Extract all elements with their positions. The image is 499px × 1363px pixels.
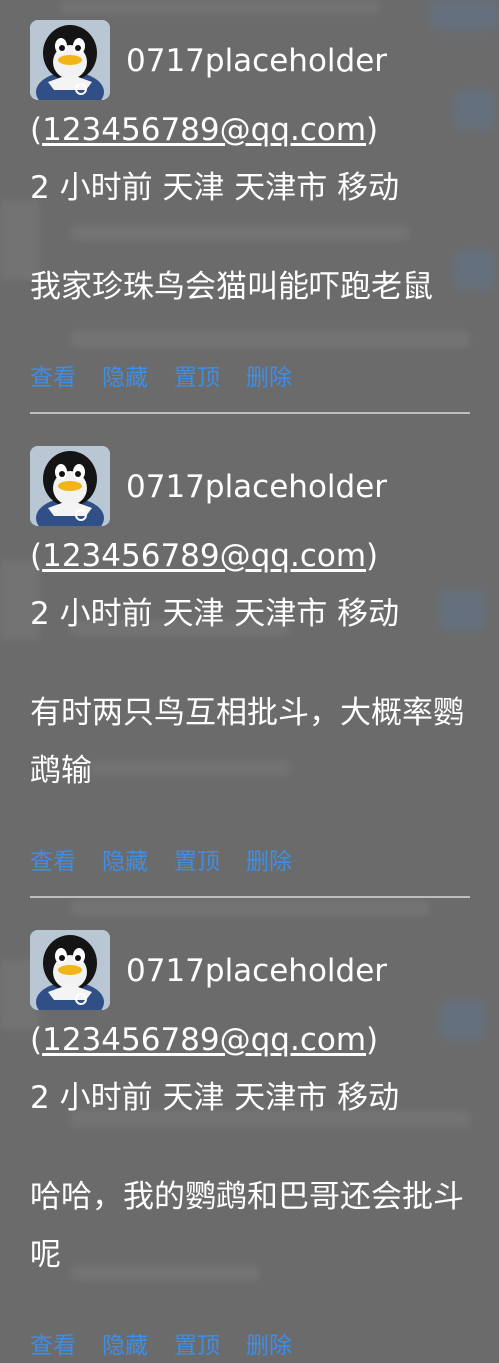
comment-email: (123456789@qq.com) [30,536,470,576]
comment-email-link[interactable]: 123456789@qq.com [42,112,366,148]
email-open-paren: ( [30,112,43,148]
view-button[interactable]: 查看 [30,842,76,882]
comment-item: 0717placeholder (123456789@qq.com) 2 小时前… [30,898,470,1363]
comment-actions: 查看 隐藏 置顶 删除 [30,358,470,412]
comment-email: (123456789@qq.com) [30,1020,470,1060]
pin-button[interactable]: 置顶 [174,1326,220,1363]
email-open-paren: ( [30,538,43,574]
hide-button[interactable]: 隐藏 [102,842,148,882]
comment-city: 天津市 [234,1080,328,1116]
comment-meta: 2 小时前 天津 天津市 移动 [30,168,470,208]
comment-email-link[interactable]: 123456789@qq.com [42,538,366,574]
comment-list: 0717placeholder (123456789@qq.com) 2 小时前… [30,20,470,1363]
comment-text: 哈哈，我的鹦鹉和巴哥还会批斗呢 [30,1179,464,1273]
comment-item: 0717placeholder (123456789@qq.com) 2 小时前… [30,414,470,898]
view-button[interactable]: 查看 [30,1326,76,1363]
email-close-paren: ) [366,538,379,574]
comment-city: 天津市 [234,170,328,206]
comment-email: (123456789@qq.com) [30,110,470,150]
comment-text: 有时两只鸟互相批斗，大概率鹦鹉输 [30,695,464,789]
comment-list-screen: 0717placeholder (123456789@qq.com) 2 小时前… [0,0,499,1363]
pin-button[interactable]: 置顶 [174,842,220,882]
comment-text: 我家珍珠鸟会猫叫能吓跑老鼠 [30,269,433,305]
comment-carrier: 移动 [337,596,400,632]
view-button[interactable]: 查看 [30,358,76,398]
comment-province: 天津 [162,170,225,206]
comment-header: 0717placeholder [30,20,470,100]
comment-province: 天津 [162,596,225,632]
comment-province: 天津 [162,1080,225,1116]
delete-button[interactable]: 删除 [246,1326,292,1363]
comment-item: 0717placeholder (123456789@qq.com) 2 小时前… [30,20,470,414]
qq-penguin-icon [30,930,110,1010]
avatar[interactable] [30,446,110,526]
delete-button[interactable]: 删除 [246,842,292,882]
comment-time: 2 小时前 [30,170,153,206]
comment-time: 2 小时前 [30,596,153,632]
comment-time: 2 小时前 [30,1080,153,1116]
avatar[interactable] [30,930,110,1010]
email-close-paren: ) [366,1022,379,1058]
qq-penguin-icon [30,446,110,526]
comment-carrier: 移动 [337,170,400,206]
avatar[interactable] [30,20,110,100]
hide-button[interactable]: 隐藏 [102,1326,148,1363]
pin-button[interactable]: 置顶 [174,358,220,398]
email-close-paren: ) [366,112,379,148]
comment-header: 0717placeholder [30,446,470,526]
email-open-paren: ( [30,1022,43,1058]
comment-actions: 查看 隐藏 置顶 删除 [30,1326,470,1363]
comment-username: 0717placeholder [126,43,388,79]
hide-button[interactable]: 隐藏 [102,358,148,398]
qq-penguin-icon [30,20,110,100]
comment-carrier: 移动 [337,1080,400,1116]
comment-username: 0717placeholder [126,469,388,505]
comment-meta: 2 小时前 天津 天津市 移动 [30,594,470,634]
comment-username: 0717placeholder [126,953,388,989]
comment-actions: 查看 隐藏 置顶 删除 [30,842,470,896]
comment-header: 0717placeholder [30,930,470,1010]
comment-meta: 2 小时前 天津 天津市 移动 [30,1078,470,1118]
comment-city: 天津市 [234,596,328,632]
delete-button[interactable]: 删除 [246,358,292,398]
comment-email-link[interactable]: 123456789@qq.com [42,1022,366,1058]
